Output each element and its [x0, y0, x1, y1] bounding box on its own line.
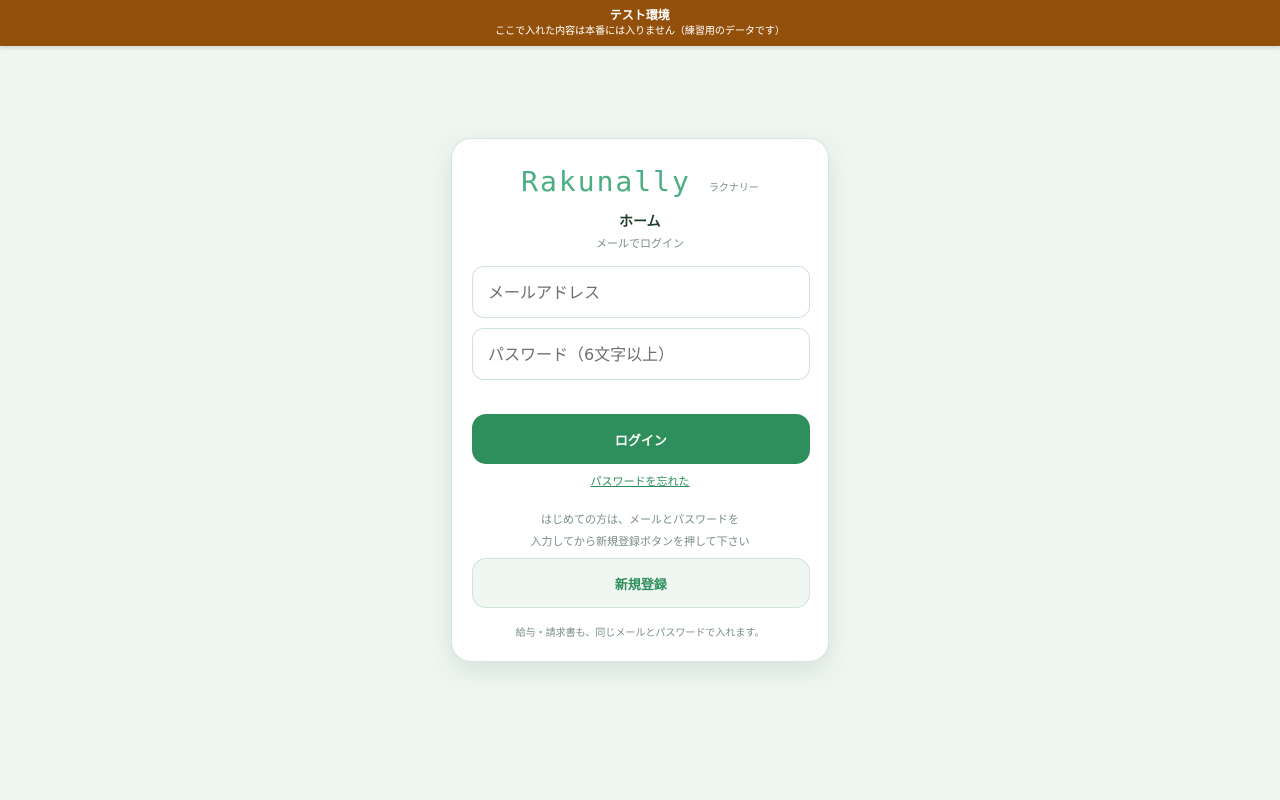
login-button[interactable]: ログイン: [472, 414, 810, 464]
footnote: 給与・請求書も、同じメールとパスワードで入れます。: [515, 628, 765, 639]
forgot-password-link[interactable]: パスワードを忘れた: [591, 475, 690, 488]
email-field[interactable]: [472, 266, 810, 318]
password-field[interactable]: [472, 328, 810, 380]
brand-kana: ラクナリー: [708, 183, 759, 194]
forgot-password-row: パスワードを忘れた: [452, 473, 828, 489]
page-subtitle: メールでログイン: [596, 237, 684, 250]
brand: Rakunally ラクナリー: [452, 165, 828, 201]
signup-note-line-2: 入力してから新規登録ボタンを押して下さい: [530, 535, 750, 548]
environment-subtitle: ここで入れた内容は本番には入りません（練習用のデータです）: [495, 26, 785, 37]
brand-logo: Rakunally: [521, 165, 691, 198]
environment-banner: テスト環境 ここで入れた内容は本番には入りません（練習用のデータです）: [0, 0, 1280, 46]
register-button[interactable]: 新規登録: [472, 558, 810, 608]
page-title: ホーム: [619, 214, 661, 230]
signup-note-line-1: はじめての方は、メールとパスワードを: [541, 513, 739, 526]
login-card: Rakunally ラクナリー ホーム メールでログイン ログイン パスワードを忘…: [451, 138, 829, 662]
signup-note: はじめての方は、メールとパスワードを 入力してから新規登録ボタンを押して下さい: [452, 509, 828, 553]
environment-title: テスト環境: [609, 8, 670, 22]
